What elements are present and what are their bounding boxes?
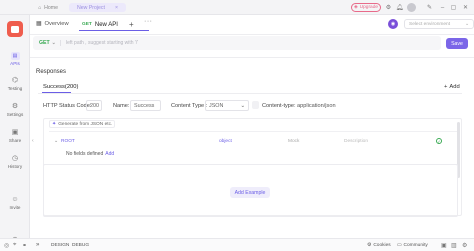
upgrade-icon: ◈ [353,5,358,10]
help-icon[interactable]: ◎ [4,242,9,249]
debug-mode-tab[interactable]: DEBUG [72,243,89,248]
minimize-icon[interactable]: – [438,3,447,12]
more-icon[interactable]: ··· [144,18,153,25]
api-tab-name: New API [94,21,118,28]
mock-input[interactable]: Mock [288,139,299,144]
content-type2-value: application/json [297,103,336,109]
pin-icon[interactable]: ✎ [425,3,434,12]
api-icon: ▤ [10,52,20,60]
location-icon[interactable]: ⌖ [13,242,16,249]
chat-icon[interactable]: ⚭ [22,242,27,249]
chevron-down-icon[interactable]: ⌄ [54,139,58,144]
gear-icon[interactable]: ⚙ [384,3,393,12]
check-icon[interactable]: ✓ [436,138,442,144]
cookies-button[interactable]: ⚙ Cookies [367,243,391,248]
app-logo [7,21,23,37]
request-url-bar: GET ⌄ left path , suggest starting with … [33,36,441,50]
api-header: ▦ Overview GET New API + ··· ◉ Select en… [30,15,474,35]
status-code-label: HTTP Status Code: [43,103,92,109]
content-type-label: Content Type : [171,103,208,109]
sidebar: ▤ APIs ⌬ Testing ⚙ Settings ▣ Share ◷ Hi… [0,15,30,251]
save-button[interactable]: Save [446,38,468,49]
avatar[interactable] [407,3,416,12]
cookie-icon: ⚙ [367,243,372,248]
community-icon: ▭ [397,243,402,248]
sidebar-icon[interactable]: ▥ [451,242,457,249]
settings-icon[interactable]: ⚙ [462,242,467,249]
layout-icon[interactable]: ▣ [441,242,447,249]
bell-icon[interactable]: 🔔︎ [395,3,404,12]
sidebar-item-apis[interactable]: ▤ APIs [0,52,30,66]
schema-root-name: ROOT [61,139,75,144]
project-tab[interactable]: New Project × [69,3,126,12]
responses-heading: Responses [36,69,67,75]
settings-icon: ⚙ [11,103,19,110]
history-icon: ◷ [11,155,19,162]
sidebar-item-testing[interactable]: ⌬ Testing [0,77,30,91]
design-mode-tab[interactable]: DESIGN [51,243,69,248]
sidebar-item-invite[interactable]: ☺ Invite [0,196,30,210]
description-input[interactable]: Description [344,139,368,144]
sidebar-item-history[interactable]: ◷ History [0,155,30,169]
content-type-select[interactable]: JSON ⌄ [205,100,249,111]
sidebar-item-settings[interactable]: ⚙ Settings [0,103,30,117]
divider [49,131,459,132]
magic-icon: ✦ [52,121,57,127]
close-window-icon[interactable]: ✕ [461,3,470,12]
testing-icon: ⌬ [11,77,19,84]
name-input[interactable]: Success [130,100,161,111]
url-input[interactable]: left path , suggest starting with '/' [61,40,138,46]
upgrade-button[interactable]: ◈ Upgrade [351,3,381,12]
no-fields-message: No fields defined Add [66,151,115,157]
method-tag: GET [82,22,92,27]
overview-tab[interactable]: ▦ Overview [36,21,69,27]
status-code-input[interactable]: 200 [86,100,102,111]
add-response-button[interactable]: + Add [444,84,460,90]
chevron-down-icon: ⌄ [240,102,245,109]
tab-new-api[interactable]: GET New API [79,19,149,31]
sidebar-item-share[interactable]: ▣ Share [0,129,30,143]
divider [38,93,462,94]
add-tab-icon[interactable]: + [129,20,134,29]
invite-icon: ☺ [11,196,19,203]
generate-from-json-button[interactable]: ✦ Generate from JSON etc. [49,120,116,128]
name-label: Name: [113,103,130,109]
content-type2-label: Content-type: [262,103,296,109]
overview-icon: ▦ [36,21,42,27]
environment-icon[interactable]: ◉ [388,19,398,29]
plus-icon: + [444,84,448,90]
chevron-down-icon: ⌄ [51,40,57,46]
project-tab-label: New Project [77,4,105,11]
title-bar: ⌂ Home New Project × ◈ Upgrade ⚙ 🔔︎ ✎ – … [0,0,474,15]
bottom-bar: ◎ ⌖ ⚭ » DESIGN DEBUG ⚙ Cookies ▭ Communi… [0,238,474,251]
add-example-button[interactable]: Add Example [230,187,270,198]
share-icon: ▣ [11,129,19,136]
schema-root-type[interactable]: object [219,139,232,144]
community-button[interactable]: ▭ Community [397,243,428,248]
home-tab[interactable]: ⌂ Home [38,3,58,12]
content-type-toggle[interactable] [252,101,259,109]
collapse-sidebar-icon[interactable]: » [36,242,39,248]
chevron-left-icon[interactable]: ‹ [32,138,34,144]
environment-select[interactable]: Select environment ⌄ [404,19,474,29]
maximize-icon[interactable]: ▢ [449,3,458,12]
home-tab-label: Home [44,4,58,11]
close-icon[interactable]: × [115,5,118,11]
home-icon: ⌂ [38,4,42,11]
divider [30,57,474,58]
tab-success-200[interactable]: Success(200) [43,84,78,90]
chevron-down-icon: ⌄ [464,21,469,27]
add-field-link[interactable]: Add [105,151,114,157]
method-select[interactable]: GET ⌄ [33,40,61,46]
